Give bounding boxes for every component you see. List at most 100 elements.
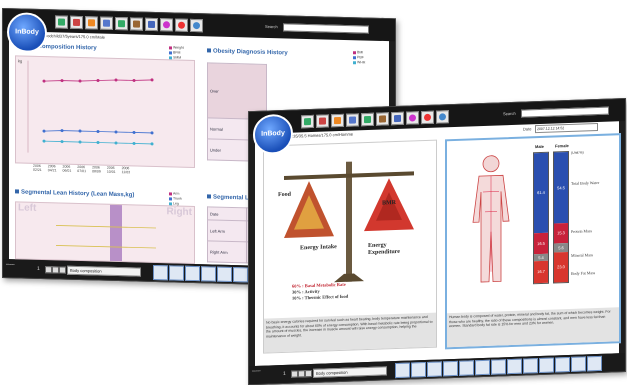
thumb-3[interactable] bbox=[427, 361, 442, 377]
view-select[interactable]: Body composition bbox=[67, 265, 141, 277]
thumb-4[interactable] bbox=[201, 266, 216, 282]
help-icon[interactable] bbox=[175, 18, 188, 32]
grid-icon[interactable] bbox=[361, 112, 374, 127]
toolbar-icons bbox=[55, 15, 203, 33]
col-male: Male bbox=[535, 143, 544, 150]
help-icon[interactable] bbox=[421, 110, 434, 125]
chart-unit: kg bbox=[18, 58, 23, 64]
list-icon[interactable] bbox=[100, 16, 113, 30]
search-label: Search bbox=[503, 110, 516, 117]
search-input[interactable] bbox=[521, 106, 609, 118]
bottom-logo: ▪▪▪▪▪▪▪▪ bbox=[6, 262, 15, 267]
label-mineral-mass: Mineral Mass bbox=[571, 252, 594, 258]
energy-intake-label: Energy Intake bbox=[300, 244, 337, 252]
expenditure-breakdown: 60% : Basal Metabolic Rate 30% : Activit… bbox=[292, 279, 428, 302]
thumb-5[interactable] bbox=[459, 360, 474, 376]
balance-scale-illustration bbox=[284, 161, 414, 283]
next-icon[interactable] bbox=[305, 369, 312, 378]
settings-icon[interactable] bbox=[160, 18, 173, 32]
home-icon[interactable] bbox=[301, 114, 314, 129]
next-icon[interactable] bbox=[59, 266, 66, 274]
label-total-body-water: Total Body Water bbox=[571, 179, 600, 186]
thumb-13[interactable] bbox=[587, 355, 602, 372]
settings-icon[interactable] bbox=[406, 111, 419, 125]
thumb-1[interactable] bbox=[153, 264, 168, 281]
page-number: 1 bbox=[37, 265, 40, 272]
body-composition-panel: Male Female (Unit:%) 61.4 16.5 5.4 16.7 … bbox=[445, 133, 621, 350]
grid-icon[interactable] bbox=[115, 16, 128, 31]
list-icon[interactable] bbox=[346, 113, 359, 127]
body-figure bbox=[472, 155, 510, 283]
male-water: 61.4 bbox=[534, 152, 548, 234]
food-label: Food bbox=[278, 191, 292, 199]
label-protein-mass: Protein Mass bbox=[571, 228, 592, 234]
bottom-logo: ▪▪▪▪▪▪▪▪ bbox=[252, 368, 261, 374]
thumb-5[interactable] bbox=[217, 266, 232, 283]
db-icon[interactable] bbox=[391, 111, 404, 126]
legend-weight: Weight bbox=[173, 45, 184, 50]
play-icon[interactable] bbox=[52, 266, 59, 274]
toolbar-icons bbox=[301, 110, 449, 129]
composition-note: Human body is composed of water, protein… bbox=[447, 307, 619, 348]
unit-label: (Unit:%) bbox=[571, 150, 584, 155]
legend-segmental: Arm Trunk Leg bbox=[169, 191, 182, 206]
date-axis: 2006 02/21 2006 04/21 2006 06/01 2006 07… bbox=[33, 163, 131, 175]
male-bar: 61.4 16.5 5.4 16.7 bbox=[533, 151, 549, 285]
search-label: Search bbox=[265, 23, 278, 30]
thumbnail-strip bbox=[153, 264, 248, 283]
section-obesity-diagnosis-history: Obesity Diagnosis History bbox=[207, 48, 288, 57]
chart-icon[interactable] bbox=[331, 113, 344, 128]
thumb-4[interactable] bbox=[443, 360, 458, 377]
thumbnail-strip bbox=[395, 355, 602, 379]
energy-balance-panel: Food BMR Energy Intake Energy Expenditur… bbox=[263, 139, 437, 354]
view-select[interactable]: Body composition bbox=[313, 366, 387, 378]
legend-bfm: BFM bbox=[173, 50, 181, 55]
thumb-3[interactable] bbox=[185, 265, 200, 282]
composition-content: 235/35.5 Homes/175.0 cm/Homme Date 2007.… bbox=[255, 121, 621, 366]
chart-icon[interactable] bbox=[85, 16, 98, 30]
thumb-7[interactable] bbox=[491, 359, 506, 375]
thumb-11[interactable] bbox=[555, 356, 570, 373]
thumb-6[interactable] bbox=[475, 359, 490, 376]
female-bar: 54.5 15.3 5.6 23.0 bbox=[553, 150, 569, 284]
body-comp-chart: kg bbox=[15, 55, 195, 169]
print-icon[interactable] bbox=[376, 112, 389, 126]
col-female: Female bbox=[555, 142, 569, 149]
thumb-9[interactable] bbox=[523, 358, 538, 374]
section-segmental-lean-history: Segmental Lean History (Lean Mass,kg) bbox=[15, 189, 134, 198]
play-icon[interactable] bbox=[298, 370, 305, 378]
person-icon[interactable] bbox=[70, 15, 83, 30]
thumb-2[interactable] bbox=[411, 361, 426, 378]
print-icon[interactable] bbox=[130, 17, 143, 31]
body-comp-lines bbox=[27, 60, 154, 153]
energy-note: No basic energy calories required for su… bbox=[264, 312, 436, 353]
inbody-logo: InBody bbox=[7, 12, 47, 54]
male-protein: 16.5 bbox=[534, 232, 548, 255]
composition-window: Search InBody 235/35.5 Homes/175.0 cm/Ho… bbox=[248, 98, 626, 385]
thumb-1[interactable] bbox=[395, 362, 410, 379]
female-water: 54.5 bbox=[554, 152, 568, 224]
legend-obesity: BMI PBF WHR bbox=[353, 50, 365, 65]
exit-icon[interactable] bbox=[190, 18, 203, 33]
lean-lines bbox=[56, 225, 156, 249]
male-fat: 16.7 bbox=[534, 260, 548, 284]
label-body-fat-mass: Body Fat Mass bbox=[571, 270, 596, 276]
exit-icon[interactable] bbox=[436, 110, 449, 124]
date-select[interactable]: 2007.12.12 14:52 bbox=[535, 122, 598, 134]
bmr-label: BMR bbox=[382, 200, 396, 207]
prev-icon[interactable] bbox=[45, 266, 52, 274]
thumb-12[interactable] bbox=[571, 356, 586, 372]
female-fat: 23.0 bbox=[554, 252, 568, 283]
section-segmental-le: Segmental Le bbox=[207, 194, 252, 202]
female-protein: 15.3 bbox=[554, 223, 568, 244]
segmental-lean-chart: Left Right bbox=[15, 201, 195, 265]
thumb-10[interactable] bbox=[539, 357, 554, 374]
energy-expenditure-label: Energy Expenditure bbox=[368, 242, 400, 257]
search-input[interactable] bbox=[283, 23, 369, 34]
home-icon[interactable] bbox=[55, 15, 68, 29]
thumb-2[interactable] bbox=[169, 265, 184, 281]
person-icon[interactable] bbox=[316, 114, 329, 128]
date-label: Date bbox=[523, 126, 532, 132]
thumb-6[interactable] bbox=[233, 267, 248, 283]
db-icon[interactable] bbox=[145, 17, 158, 32]
